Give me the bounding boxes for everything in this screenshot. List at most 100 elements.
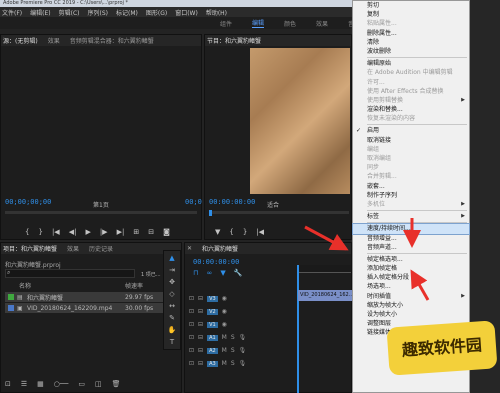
step-back-icon[interactable]: ◀|: [69, 228, 77, 236]
wrench-icon[interactable]: 🔧: [234, 269, 243, 277]
hand-tool-icon[interactable]: ✋: [168, 326, 177, 334]
lock-icon[interactable]: ⊡: [189, 360, 194, 367]
sync-icon[interactable]: ⊟: [198, 347, 203, 354]
export-frame-icon[interactable]: ◙: [163, 228, 170, 236]
source-scrubber[interactable]: [5, 211, 197, 214]
sync-icon[interactable]: ⊟: [198, 360, 203, 367]
tab-source[interactable]: 源：(无剪辑): [3, 36, 38, 45]
context-menu-item[interactable]: 场选项...: [353, 282, 469, 291]
track-label[interactable]: V1: [207, 321, 218, 328]
lock-icon[interactable]: ⊡: [5, 380, 11, 388]
context-menu-item[interactable]: 渲染和替换...: [353, 105, 469, 114]
context-menu-item[interactable]: 波纹删除: [353, 47, 469, 56]
play-icon[interactable]: ▶: [85, 228, 90, 236]
context-menu-item[interactable]: 清除: [353, 38, 469, 47]
mute-icon[interactable]: M: [222, 360, 227, 367]
tab-program[interactable]: 节目：和六翼豹鳍蟹: [207, 36, 261, 45]
close-icon[interactable]: ✕: [187, 245, 192, 252]
context-menu-item[interactable]: 取消链接: [353, 136, 469, 145]
context-menu-item[interactable]: 嵌套...: [353, 182, 469, 191]
solo-icon[interactable]: S: [231, 347, 235, 354]
sync-icon[interactable]: ⊟: [198, 308, 203, 315]
context-menu-item[interactable]: ✓ 启用: [353, 126, 469, 135]
pen-tool-icon[interactable]: ✎: [169, 314, 175, 322]
add-marker-icon[interactable]: ▼: [220, 269, 225, 277]
prog-go-to-in-icon[interactable]: |◀: [256, 228, 264, 236]
context-menu-item[interactable]: 剪切: [353, 1, 469, 10]
program-scrubber[interactable]: [209, 211, 349, 214]
video-clip[interactable]: VID_20180624_162...: [298, 290, 352, 301]
menu-edit[interactable]: 编辑(E): [30, 8, 50, 17]
playhead-icon[interactable]: [209, 210, 212, 216]
context-menu-item[interactable]: 音频增益...: [353, 234, 469, 243]
timeline-playhead[interactable]: [297, 265, 299, 393]
context-menu-item[interactable]: 插入帧定格分段: [353, 273, 469, 282]
insert-icon[interactable]: ⊞: [133, 228, 139, 236]
selection-tool-icon[interactable]: ▲: [169, 254, 174, 262]
menu-graphics[interactable]: 图形(G): [146, 8, 167, 17]
overwrite-icon[interactable]: ⊟: [148, 228, 154, 236]
new-item-icon[interactable]: ◫: [95, 380, 102, 388]
list-view-icon[interactable]: ☰: [21, 380, 27, 388]
search-input[interactable]: [5, 269, 135, 278]
prog-mark-out-icon[interactable]: }: [243, 228, 247, 236]
timeline-ruler[interactable]: [297, 265, 351, 273]
new-bin-icon[interactable]: ▭: [78, 380, 85, 388]
workspace-tab-effects[interactable]: 效果: [316, 19, 328, 28]
mic-icon[interactable]: 🎙: [239, 347, 247, 354]
mute-icon[interactable]: M: [222, 334, 227, 341]
workspace-tab-assembly[interactable]: 组件: [220, 19, 232, 28]
eye-icon[interactable]: ◉: [222, 321, 227, 328]
go-to-out-icon[interactable]: ▶|: [117, 228, 125, 236]
icon-view-icon[interactable]: ▦: [37, 380, 44, 388]
track-label[interactable]: A2: [207, 347, 218, 354]
tab-effects[interactable]: 效果: [67, 244, 79, 253]
mic-icon[interactable]: 🎙: [239, 334, 247, 341]
lock-icon[interactable]: ⊡: [189, 347, 194, 354]
go-to-in-icon[interactable]: |◀: [52, 228, 60, 236]
tab-history[interactable]: 历史记录: [89, 244, 113, 253]
context-menu-item[interactable]: 音频声道...: [353, 243, 469, 252]
project-item-row[interactable]: ▤ 和六翼豹鳍蟹 29.97 fps: [5, 292, 179, 302]
menu-help[interactable]: 帮助(H): [206, 8, 227, 17]
mic-icon[interactable]: 🎙: [239, 360, 247, 367]
slip-tool-icon[interactable]: ↔: [169, 302, 175, 310]
snap-icon[interactable]: ⊓: [193, 269, 198, 277]
track-label[interactable]: A1: [207, 334, 218, 341]
lock-icon[interactable]: ⊡: [189, 295, 194, 302]
fit-select[interactable]: 适合: [267, 200, 279, 209]
context-menu-item[interactable]: 编辑原始: [353, 59, 469, 68]
sync-icon[interactable]: ⊟: [198, 321, 203, 328]
linked-selection-icon[interactable]: ∞: [206, 269, 212, 277]
track-label[interactable]: V3: [207, 295, 218, 302]
source-timecode[interactable]: 00;00;00;00: [5, 198, 51, 206]
tab-audio-clip-mixer[interactable]: 音频剪辑混合器：和六翼豹鳍蟹: [70, 36, 154, 45]
tab-effect-controls[interactable]: 效果: [48, 36, 60, 45]
workspace-tab-editing[interactable]: 编辑: [252, 18, 265, 28]
timeline-timecode[interactable]: 00:00:00:00: [193, 258, 239, 266]
lock-icon[interactable]: ⊡: [189, 334, 194, 341]
project-item-row[interactable]: ▣ VID_20180624_162209.mp4 30.00 fps: [5, 303, 179, 313]
solo-icon[interactable]: S: [231, 360, 235, 367]
ripple-edit-tool-icon[interactable]: ✥: [169, 278, 175, 286]
eye-icon[interactable]: ◉: [222, 295, 227, 302]
marker-icon[interactable]: ▼: [215, 228, 220, 236]
menu-window[interactable]: 窗口(W): [175, 8, 198, 17]
lock-icon[interactable]: ⊡: [189, 321, 194, 328]
mark-in-icon[interactable]: {: [25, 228, 29, 236]
step-forward-icon[interactable]: |▶: [100, 228, 108, 236]
column-frame-rate[interactable]: 帧速率: [125, 281, 143, 290]
column-name[interactable]: 名称: [5, 281, 125, 290]
context-menu-item[interactable]: 制作子序列: [353, 191, 469, 200]
workspace-tab-color[interactable]: 颜色: [284, 19, 296, 28]
context-menu-item[interactable]: 速度/持续时间...: [352, 223, 470, 235]
track-label[interactable]: V2: [207, 308, 218, 315]
menu-clip[interactable]: 剪辑(C): [59, 8, 80, 17]
eye-icon[interactable]: ◉: [222, 308, 227, 315]
track-select-tool-icon[interactable]: ⇥: [169, 266, 175, 274]
zoom-slider[interactable]: ○──: [54, 380, 69, 388]
sync-icon[interactable]: ⊟: [198, 295, 203, 302]
solo-icon[interactable]: S: [231, 334, 235, 341]
track-label[interactable]: A3: [207, 360, 218, 367]
prog-mark-in-icon[interactable]: {: [229, 228, 233, 236]
